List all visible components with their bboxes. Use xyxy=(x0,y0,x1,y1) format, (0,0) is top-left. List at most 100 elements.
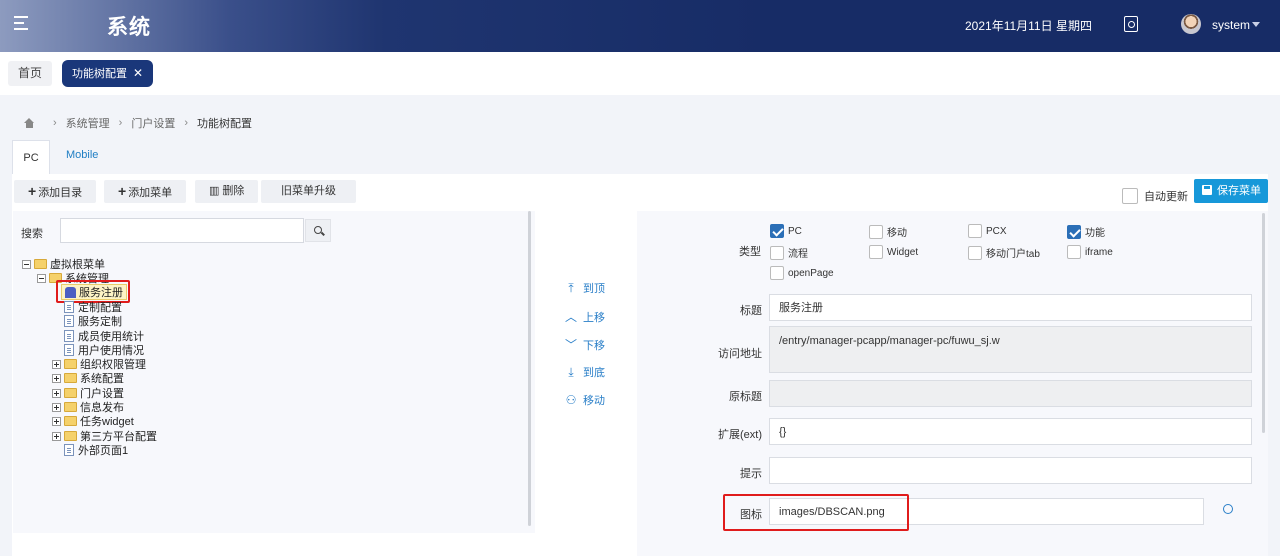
search-input[interactable] xyxy=(60,218,304,243)
type-iframe-checkbox[interactable] xyxy=(1067,245,1081,259)
chevron-down-icon: ﹀ xyxy=(565,338,578,352)
expand-icon[interactable] xyxy=(52,416,61,426)
upgrade-old-menu-button[interactable]: 旧菜单升级 xyxy=(261,180,356,203)
tree-node-user-usage[interactable]: 用户使用情况 xyxy=(64,343,144,357)
type-flow-option[interactable]: 流程 xyxy=(770,245,808,260)
save-menu-button[interactable]: 保存菜单 xyxy=(1194,179,1268,203)
move-to-top-button[interactable]: ⤒ 到顶 xyxy=(565,280,605,296)
app-title: 系统 xyxy=(107,16,151,39)
user-name[interactable]: system xyxy=(1212,18,1250,32)
tab-pc[interactable]: PC xyxy=(12,140,50,174)
move-up-button[interactable]: ︿ 上移 xyxy=(565,308,605,325)
collapse-icon[interactable] xyxy=(37,273,46,283)
form-scrollbar[interactable] xyxy=(1262,213,1265,433)
folder-icon xyxy=(34,259,47,269)
type-mobile-checkbox[interactable] xyxy=(869,224,883,239)
type-iframe-option[interactable]: iframe xyxy=(1067,245,1113,259)
folder-icon xyxy=(64,402,77,412)
type-option-label: 移动 xyxy=(887,228,907,239)
folder-icon xyxy=(64,431,77,441)
url-input[interactable]: /entry/manager-pcapp/manager-pc/fuwu_sj.… xyxy=(769,326,1252,373)
type-option-label: Widget xyxy=(887,246,919,258)
type-mobile-portal-tab-option[interactable]: 移动门户tab xyxy=(968,245,1040,260)
tree-node-root[interactable]: 虚拟根菜单 xyxy=(22,257,105,271)
folder-icon xyxy=(64,388,77,398)
folder-icon xyxy=(64,373,77,383)
save-menu-label: 保存菜单 xyxy=(1217,185,1261,197)
expand-icon[interactable] xyxy=(52,431,61,441)
expand-icon[interactable] xyxy=(52,373,61,383)
tree-node-info-publish[interactable]: 信息发布 xyxy=(52,400,124,414)
tree-node-task-widget[interactable]: 任务widget xyxy=(52,414,134,428)
type-openpage-option[interactable]: openPage xyxy=(770,266,834,280)
move-up-label: 上移 xyxy=(583,311,605,324)
breadcrumb-item[interactable]: 系统管理 xyxy=(66,115,110,131)
add-directory-button[interactable]: + 添加目录 xyxy=(14,180,97,203)
collapse-icon[interactable] xyxy=(22,259,31,269)
menu-toggle-icon[interactable] xyxy=(14,16,32,34)
original-title-input[interactable] xyxy=(769,380,1252,407)
icon-picker-icon[interactable] xyxy=(1223,504,1233,514)
type-pcx-checkbox[interactable] xyxy=(968,224,982,238)
extension-input[interactable]: {} xyxy=(769,418,1252,445)
type-option-label: PC xyxy=(788,225,802,237)
type-function-option[interactable]: 功能 xyxy=(1067,224,1105,239)
type-pc-checkbox[interactable] xyxy=(770,224,784,238)
search-label: 搜索 xyxy=(21,228,43,240)
tab-home[interactable]: 首页 xyxy=(8,61,53,86)
type-openpage-checkbox[interactable] xyxy=(770,266,784,280)
tree-node-label: 外部页面1 xyxy=(78,445,129,457)
type-flow-checkbox[interactable] xyxy=(770,245,784,260)
expand-icon[interactable] xyxy=(52,388,61,398)
type-option-label: openPage xyxy=(788,267,834,279)
tab-mobile[interactable]: Mobile xyxy=(66,149,98,161)
user-avatar[interactable] xyxy=(1181,14,1201,34)
move-button[interactable]: ⚇ 移动 xyxy=(565,392,605,408)
tree-node-sys-config[interactable]: 系统配置 xyxy=(52,371,124,385)
tree-node-service-custom[interactable]: 服务定制 xyxy=(64,314,122,328)
tab-function-tree[interactable]: 功能树配置 ✕ xyxy=(62,60,154,87)
type-widget-checkbox[interactable] xyxy=(869,245,883,259)
type-option-label: PCX xyxy=(986,225,1007,237)
delete-button[interactable]: ▥ 删除 xyxy=(195,180,259,203)
tree-node-external-page[interactable]: 外部页面1 xyxy=(64,443,128,457)
tree-node-label: 服务定制 xyxy=(78,316,122,328)
tree-scrollbar[interactable] xyxy=(528,211,531,526)
lock-screen-icon[interactable] xyxy=(1124,16,1138,32)
move-to-bottom-button[interactable]: ⤓ 到底 xyxy=(565,364,605,380)
breadcrumb-item[interactable]: 门户设置 xyxy=(131,115,175,131)
tab-function-tree-label: 功能树配置 xyxy=(72,68,127,80)
move-down-button[interactable]: ﹀ 下移 xyxy=(565,336,605,353)
url-label: 访问地址 xyxy=(718,348,762,360)
type-mobile-portal-tab-checkbox[interactable] xyxy=(968,245,982,260)
auto-update-toggle[interactable]: 自动更新 xyxy=(1122,188,1188,204)
move-label: 移动 xyxy=(583,395,605,407)
page-icon xyxy=(64,444,74,456)
type-pc-option[interactable]: PC xyxy=(770,224,802,238)
type-function-checkbox[interactable] xyxy=(1067,224,1081,239)
expand-icon[interactable] xyxy=(52,359,61,369)
search-icon[interactable] xyxy=(305,219,331,242)
type-mobile-option[interactable]: 移动 xyxy=(869,224,907,239)
tree-node-label: 系统配置 xyxy=(80,373,124,385)
tree-node-member-stats[interactable]: 成员使用统计 xyxy=(64,329,144,343)
type-pcx-option[interactable]: PCX xyxy=(968,224,1007,238)
user-menu-caret-icon[interactable] xyxy=(1252,22,1260,27)
tree-node-portal-settings[interactable]: 门户设置 xyxy=(52,386,124,400)
page-icon xyxy=(64,344,74,356)
hint-input[interactable] xyxy=(769,457,1252,484)
type-widget-option[interactable]: Widget xyxy=(869,245,918,259)
title-input[interactable]: 服务注册 xyxy=(769,294,1252,321)
type-label: 类型 xyxy=(739,246,761,258)
home-icon[interactable] xyxy=(24,118,35,128)
tree-node-org-perm[interactable]: 组织权限管理 xyxy=(52,357,146,371)
expand-icon[interactable] xyxy=(52,402,61,412)
tree-node-custom-config[interactable]: 定制配置 xyxy=(64,300,122,314)
auto-update-checkbox[interactable] xyxy=(1122,188,1138,204)
close-tab-icon[interactable]: ✕ xyxy=(133,66,143,80)
add-menu-button[interactable]: + 添加菜单 xyxy=(104,180,187,203)
move-to-bottom-label: 到底 xyxy=(583,367,605,379)
tree-node-third-party[interactable]: 第三方平台配置 xyxy=(52,429,157,443)
title-label: 标题 xyxy=(740,305,762,317)
page-icon xyxy=(64,301,74,313)
